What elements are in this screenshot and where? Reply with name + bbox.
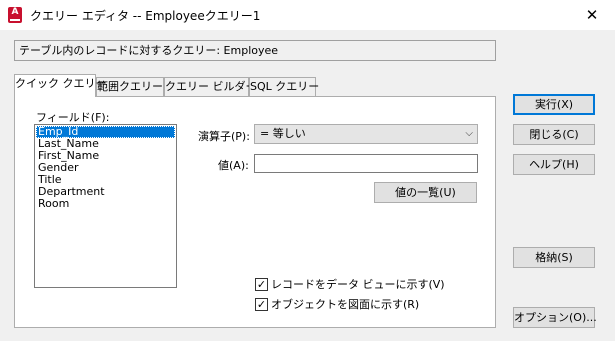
value-input[interactable]: [254, 154, 478, 173]
operator-value: = 等しい: [260, 127, 306, 140]
operator-label: 演算子(P):: [198, 130, 250, 143]
execute-button[interactable]: 実行(X): [513, 94, 595, 115]
tab-quick-query[interactable]: クイック クエリー: [14, 74, 107, 97]
close-button[interactable]: 閉じる(C): [513, 124, 595, 145]
show-objects-checkbox[interactable]: ✓ オブジェクトを図面に示す(R): [255, 298, 419, 312]
value-list-button[interactable]: 値の一覧(U): [374, 182, 477, 203]
tab-sql-query[interactable]: SQL クエリー: [249, 77, 319, 96]
chevron-down-icon: ⌵: [465, 128, 473, 139]
tab-query-builder[interactable]: クエリー ビルダー: [164, 77, 257, 96]
app-icon-letter: A: [11, 7, 19, 17]
show-records-label: レコードをデータ ビューに示す(V): [271, 278, 445, 291]
checkbox-checked-icon[interactable]: ✓: [255, 278, 268, 291]
help-button[interactable]: ヘルプ(H): [513, 154, 595, 175]
field-listbox[interactable]: Emp_Id Last_Name First_Name Gender Title…: [34, 124, 177, 288]
list-item[interactable]: Room: [36, 198, 175, 210]
options-button[interactable]: オプション(O)...: [513, 307, 597, 328]
store-button[interactable]: 格納(S): [513, 247, 595, 268]
autocad-app-icon: A: [8, 7, 22, 23]
checkbox-checked-icon[interactable]: ✓: [255, 298, 268, 311]
query-description: テーブル内のレコードに対するクエリー: Employee: [14, 40, 496, 61]
show-records-checkbox[interactable]: ✓ レコードをデータ ビューに示す(V): [255, 278, 445, 292]
value-label: 値(A):: [218, 159, 249, 172]
field-label: フィールド(F):: [36, 111, 110, 124]
title-bar: A クエリー エディタ -- Employeeクエリー1 ✕: [0, 0, 615, 30]
window-title: クエリー エディタ -- Employeeクエリー1: [30, 9, 261, 23]
operator-select[interactable]: = 等しい ⌵: [254, 124, 478, 144]
close-icon[interactable]: ✕: [582, 6, 602, 24]
show-objects-label: オブジェクトを図面に示す(R): [271, 298, 420, 311]
